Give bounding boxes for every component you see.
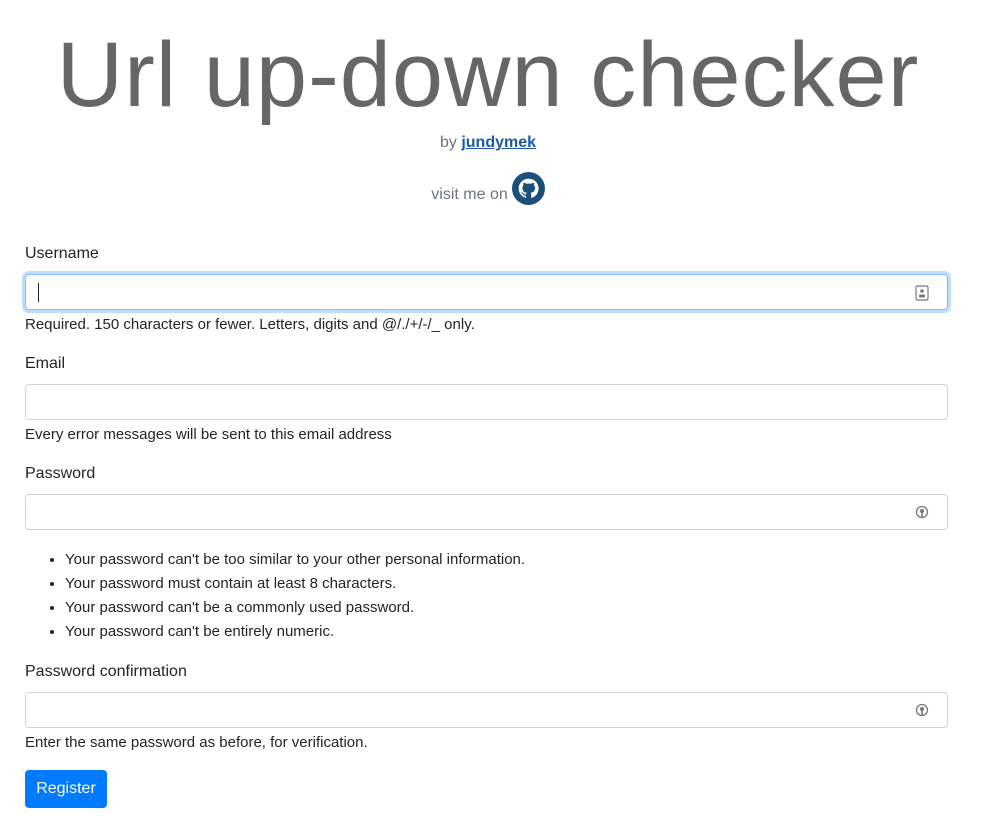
key-icon[interactable] <box>915 703 929 719</box>
username-label: Username <box>25 245 99 262</box>
password-label: Password <box>25 465 96 482</box>
password-confirmation-help: Enter the same password as before, for v… <box>25 734 368 751</box>
password-rules-list: Your password can't be too similar to yo… <box>25 548 525 644</box>
author-link[interactable]: jundymek <box>461 134 536 151</box>
text-caret <box>38 283 39 302</box>
email-help: Every error messages will be sent to thi… <box>25 426 392 443</box>
email-field[interactable] <box>25 384 948 420</box>
username-input[interactable] <box>25 274 948 310</box>
email-label: Email <box>25 355 66 372</box>
password-rule: Your password can't be too similar to yo… <box>65 548 525 572</box>
register-page: Url up-down checker by jundymek visit me… <box>0 0 1008 833</box>
byline: by jundymek <box>0 134 976 152</box>
contact-card-icon[interactable] <box>915 285 929 301</box>
password-rule: Your password must contain at least 8 ch… <box>65 572 525 596</box>
password-confirmation-field[interactable] <box>25 692 948 728</box>
username-help: Required. 150 characters or fewer. Lette… <box>25 316 475 333</box>
register-button[interactable]: Register <box>25 770 107 808</box>
password-confirmation-label: Password confirmation <box>25 663 187 680</box>
page-title: Url up-down checker <box>56 24 920 126</box>
password-rule: Your password can't be a commonly used p… <box>65 596 525 620</box>
github-icon[interactable] <box>511 172 545 205</box>
visit-line: visit me on <box>0 172 976 205</box>
key-icon[interactable] <box>915 505 929 521</box>
byline-prefix: by <box>439 134 457 151</box>
visit-text: visit me on <box>431 185 508 203</box>
password-rule: Your password can't be entirely numeric. <box>65 620 525 644</box>
password-field[interactable] <box>25 494 948 530</box>
